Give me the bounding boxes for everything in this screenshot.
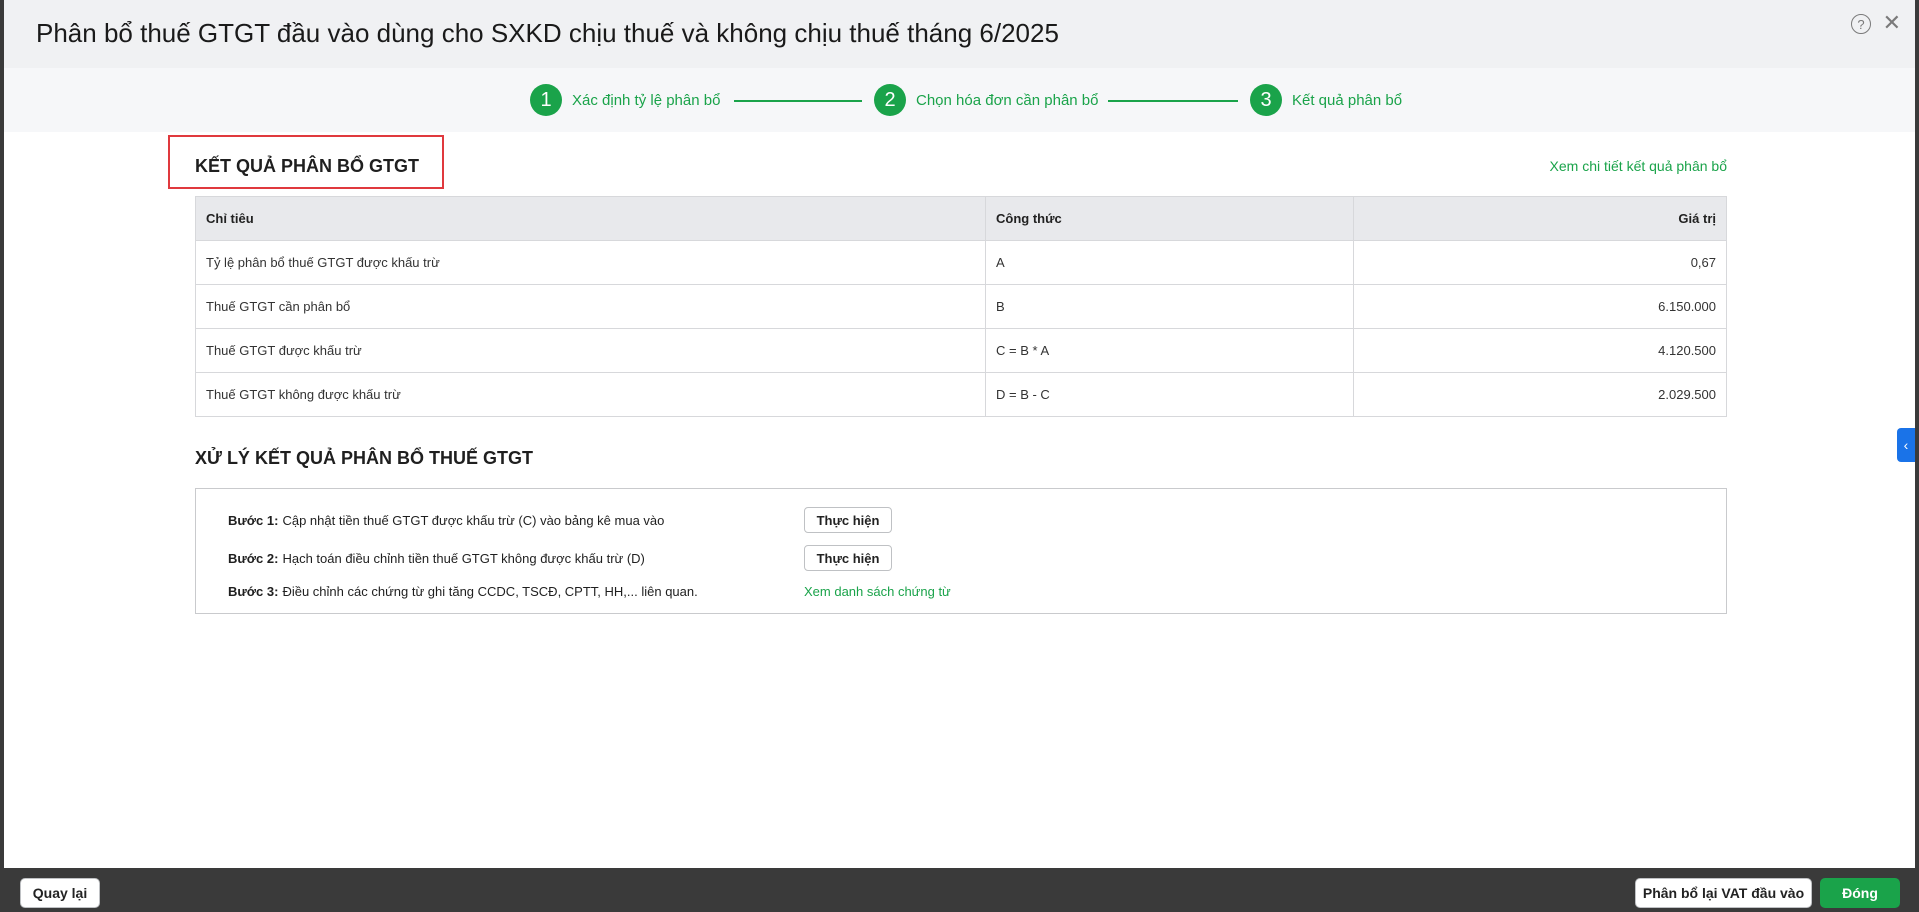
indicator-cell: Thuế GTGT được khấu trừ (195, 328, 986, 373)
step-text: Điều chỉnh các chứng từ ghi tăng CCDC, T… (282, 584, 698, 599)
step-text: Cập nhật tiền thuế GTGT được khấu trừ (C… (282, 513, 665, 528)
formula-cell: B (985, 284, 1354, 329)
dialog-footer: Quay lại Phân bổ lại VAT đầu vào Đóng (4, 868, 1915, 912)
process-title: XỬ LÝ KẾT QUẢ PHÂN BỔ THUẾ GTGT (195, 448, 533, 468)
step-label: Chọn hóa đơn cần phân bổ (916, 91, 1099, 109)
table-row[interactable]: Thuế GTGT không được khấu trừ D = B - C … (195, 372, 1727, 417)
formula-cell: D = B - C (985, 372, 1354, 417)
formula-cell: C = B * A (985, 328, 1354, 373)
step-label: Bước 2: (228, 551, 279, 566)
step-label: Kết quả phân bổ (1292, 91, 1403, 109)
table-row[interactable]: Thuế GTGT được khấu trừ C = B * A 4.120.… (195, 328, 1727, 373)
step-number: 2 (874, 84, 906, 116)
dialog-title: Phân bổ thuế GTGT đầu vào dùng cho SXKD … (36, 18, 1059, 48)
close-icon[interactable]: ✕ (1883, 12, 1901, 34)
process-box: Bước 1: Cập nhật tiền thuế GTGT được khấ… (195, 488, 1727, 614)
step-3[interactable]: 3 Kết quả phân bổ (1250, 84, 1402, 116)
step-connector (1108, 100, 1238, 102)
process-step-2: Bước 2: Hạch toán điều chỉnh tiền thuế G… (228, 551, 645, 566)
view-voucher-list-link[interactable]: Xem danh sách chứng từ (804, 584, 951, 599)
step-2[interactable]: 2 Chọn hóa đơn cần phân bổ (874, 84, 1098, 116)
execute-step-1-button[interactable]: Thực hiện (804, 507, 892, 533)
allocation-dialog: Phân bổ thuế GTGT đầu vào dùng cho SXKD … (4, 0, 1915, 868)
step-text: Hạch toán điều chỉnh tiền thuế GTGT khôn… (282, 551, 645, 566)
step-label: Bước 3: (228, 584, 279, 599)
value-cell: 2.029.500 (1353, 372, 1727, 417)
formula-cell: A (985, 240, 1354, 285)
back-button[interactable]: Quay lại (20, 878, 100, 908)
reallocate-vat-button[interactable]: Phân bổ lại VAT đầu vào (1635, 878, 1812, 908)
column-header-indicator[interactable]: Chỉ tiêu (195, 196, 986, 241)
step-connector (734, 100, 862, 102)
view-detail-link[interactable]: Xem chi tiết kết quả phân bổ (1550, 158, 1727, 174)
table-row[interactable]: Tỷ lệ phân bổ thuế GTGT được khấu trừ A … (195, 240, 1727, 285)
close-button[interactable]: Đóng (1820, 878, 1900, 908)
column-header-formula[interactable]: Công thức (985, 196, 1354, 241)
process-step-3: Bước 3: Điều chỉnh các chứng từ ghi tăng… (228, 584, 698, 599)
result-table: Chỉ tiêu Công thức Giá trị Tỷ lệ phân bổ… (195, 196, 1727, 417)
step-label: Xác định tỷ lệ phân bổ (572, 91, 721, 109)
step-number: 1 (530, 84, 562, 116)
indicator-cell: Thuế GTGT không được khấu trừ (195, 372, 986, 417)
help-icon[interactable]: ? (1851, 14, 1871, 34)
step-number: 3 (1250, 84, 1282, 116)
execute-step-2-button[interactable]: Thực hiện (804, 545, 892, 571)
dialog-header: Phân bổ thuế GTGT đầu vào dùng cho SXKD … (4, 0, 1915, 68)
table-header-row: Chỉ tiêu Công thức Giá trị (195, 196, 1727, 241)
side-panel-toggle[interactable]: ‹ (1897, 428, 1915, 462)
value-cell: 0,67 (1353, 240, 1727, 285)
value-cell: 6.150.000 (1353, 284, 1727, 329)
table-row[interactable]: Thuế GTGT cần phân bổ B 6.150.000 (195, 284, 1727, 329)
step-1[interactable]: 1 Xác định tỷ lệ phân bổ (530, 84, 720, 116)
stepper: 1 Xác định tỷ lệ phân bổ 2 Chọn hóa đơn … (4, 68, 1915, 132)
value-cell: 4.120.500 (1353, 328, 1727, 373)
chevron-left-icon: ‹ (1903, 437, 1909, 453)
result-title: KẾT QUẢ PHÂN BỔ GTGT (195, 156, 419, 176)
indicator-cell: Tỷ lệ phân bổ thuế GTGT được khấu trừ (195, 240, 986, 285)
column-header-value[interactable]: Giá trị (1353, 196, 1727, 241)
process-step-1: Bước 1: Cập nhật tiền thuế GTGT được khấ… (228, 513, 664, 528)
step-label: Bước 1: (228, 513, 279, 528)
indicator-cell: Thuế GTGT cần phân bổ (195, 284, 986, 329)
